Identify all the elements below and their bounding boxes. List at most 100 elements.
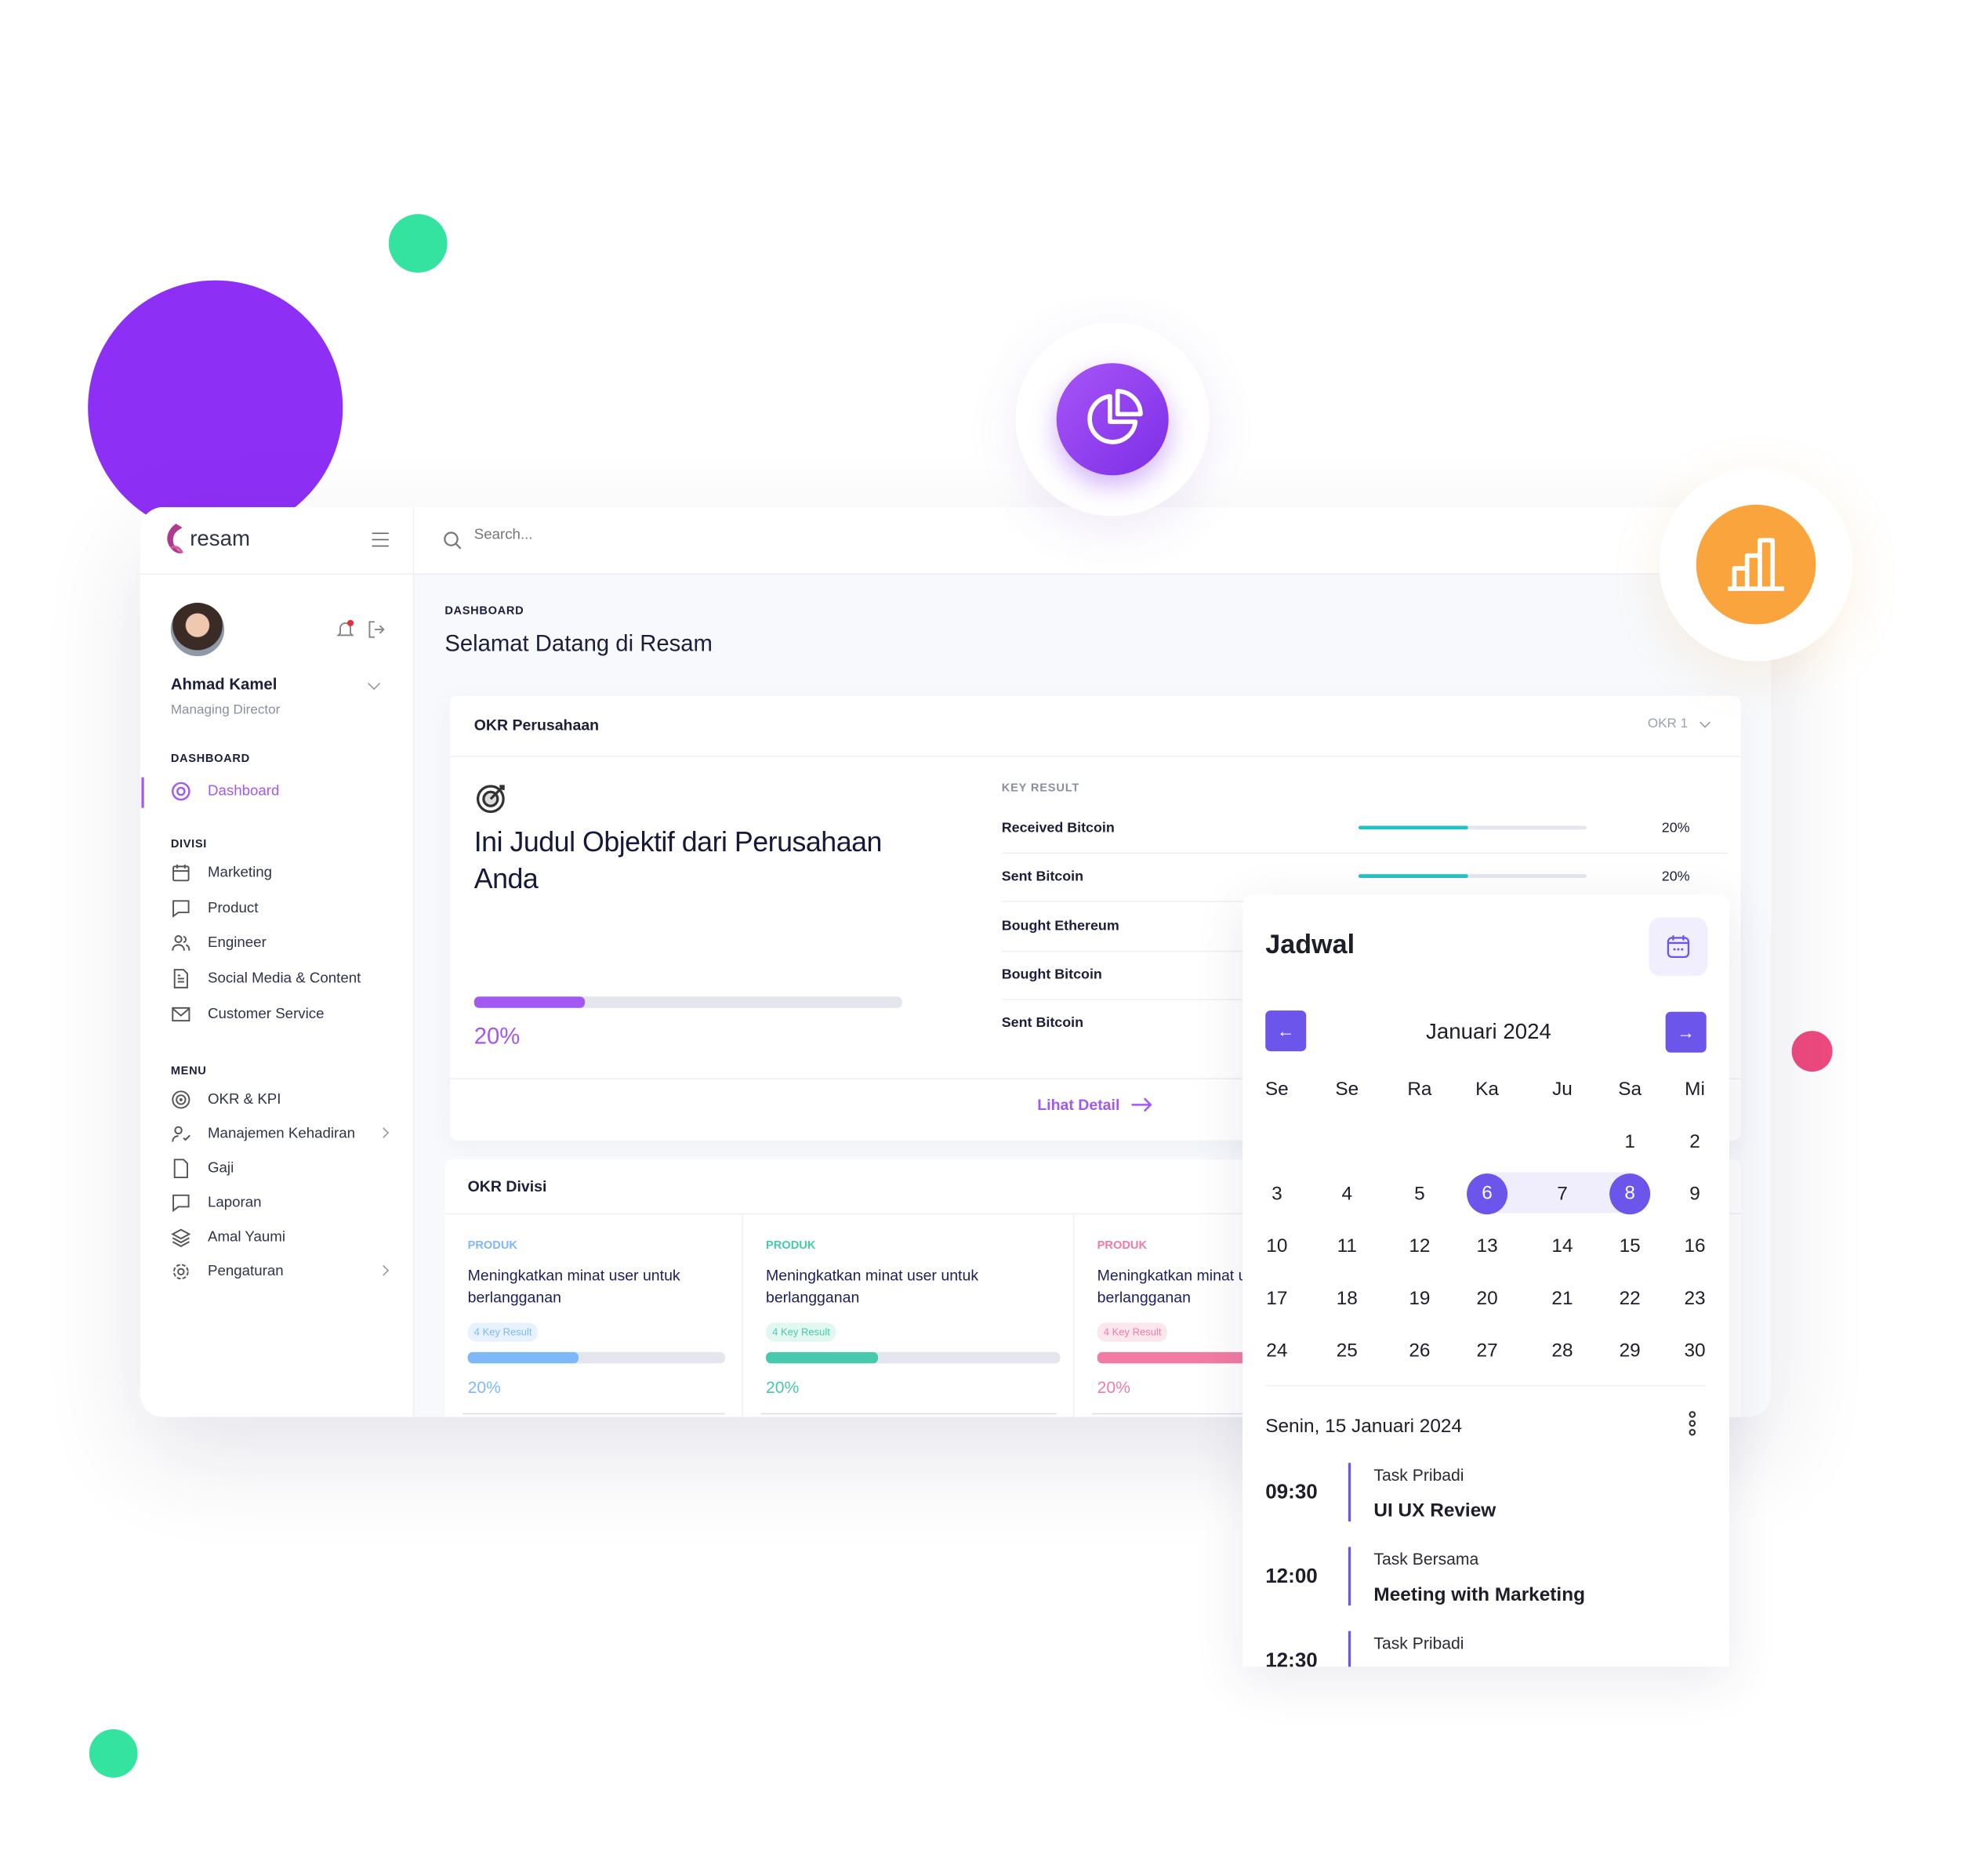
search-input[interactable] [471,526,859,545]
weekday-label: Ju [1552,1079,1573,1101]
key-result-label: Sent Bitcoin [1001,1015,1084,1032]
schedule-event[interactable]: 12:30 Task Pribadi [1265,1630,1706,1667]
division-okr-card[interactable]: PRODUK Meningkatkan minat user untuk berl… [444,1214,743,1417]
sidebar-item-label: Pengaturan [207,1264,284,1280]
key-result-badge: 4 Key Result [467,1322,539,1342]
more-options-button[interactable] [1687,1411,1697,1439]
sidebar-item-amal-yaumi[interactable]: Amal Yaumi [171,1226,387,1249]
calendar-day[interactable]: 24 [1257,1340,1296,1362]
section-divisi: DIVISI [170,837,208,851]
sidebar-item-social-media-content[interactable]: Social Media & Content [171,967,387,990]
file-icon [171,1159,191,1179]
sidebar-item-pengaturan[interactable]: Pengaturan [171,1260,390,1283]
division-tag: PRODUK [1097,1239,1148,1252]
calendar-day[interactable]: 7 [1544,1183,1582,1205]
sidebar-item-okr-kpi[interactable]: OKR & KPI [171,1088,387,1111]
lifebuoy-icon [172,782,190,801]
calendar-day[interactable]: 22 [1611,1288,1649,1310]
calendar-day[interactable]: 25 [1328,1340,1366,1362]
users-icon [171,934,191,954]
objective-progress-label: 20% [473,1023,521,1049]
event-category: Task Pribadi [1373,1634,1464,1653]
calendar-day[interactable]: 17 [1257,1288,1296,1310]
sidebar-item-gaji[interactable]: Gaji [171,1157,387,1180]
calendar-day[interactable]: 13 [1468,1235,1507,1257]
decor-purple-circle [88,280,343,535]
sidebar-item-customer-service[interactable]: Customer Service [171,1003,387,1025]
logout-icon[interactable] [367,621,385,639]
calendar-day[interactable]: 29 [1611,1340,1649,1362]
calendar-day[interactable]: 23 [1676,1288,1714,1310]
next-month-button[interactable]: → [1665,1011,1707,1053]
calendar-day[interactable]: 9 [1676,1183,1714,1205]
notification-bell-icon[interactable] [336,619,354,640]
calendar-day[interactable]: 30 [1676,1340,1714,1362]
division-okr-card[interactable]: PRODUK Meningkatkan minat user untuk berl… [743,1214,1075,1417]
division-okr-title: Meningkatkan minat user untuk berlanggan… [467,1266,680,1307]
calendar-button[interactable] [1649,917,1708,977]
calendar-day[interactable]: 10 [1257,1235,1296,1257]
calendar-day[interactable]: 3 [1257,1183,1296,1205]
sidebar-item-label: Gaji [207,1160,234,1177]
user-menu-chevron-icon[interactable] [368,677,381,691]
chevron-right-icon [378,1264,390,1276]
calendar-day[interactable]: 12 [1401,1235,1439,1257]
sidebar-item-product[interactable]: Product [171,897,387,919]
page-title: Selamat Datang di Resam [444,630,713,657]
divider [140,573,413,575]
calendar-day[interactable]: 1 [1611,1131,1649,1153]
target-icon [476,785,505,814]
calendar-day[interactable]: 14 [1544,1235,1582,1257]
schedule-event[interactable]: 09:30 Task Pribadi UI UX Review [1265,1463,1706,1540]
calendar-day[interactable]: 26 [1401,1340,1439,1362]
sidebar-item-dashboard[interactable]: Dashboard [171,781,279,801]
hamburger-icon [372,538,389,541]
event-category: Task Bersama [1373,1549,1479,1569]
bar-chart-icon [1728,538,1784,591]
calendar-day[interactable]: 16 [1676,1235,1714,1257]
okr-selector[interactable]: OKR 1 [1648,716,1710,731]
calendar-day[interactable]: 27 [1468,1340,1507,1362]
division-progress-bar [765,1351,1061,1364]
lihat-detail-link[interactable]: Lihat Detail [1037,1096,1152,1114]
calendar-day[interactable]: 4 [1328,1183,1366,1205]
calendar-day[interactable]: 28 [1544,1340,1582,1362]
weekday-label: Se [1264,1079,1289,1101]
bar-chart-bubble [1659,467,1853,662]
sidebar-item-engineer[interactable]: Engineer [171,932,387,955]
key-result-label: Sent Bitcoin [1001,869,1084,885]
divider [449,755,1741,757]
weekday-label: Ra [1407,1079,1432,1101]
sidebar-item-marketing[interactable]: Marketing [171,861,387,884]
user-role: Managing Director [170,702,281,718]
key-result-percent: 20% [1661,820,1690,836]
sidebar-item-manajemen-kehadiran[interactable]: Manajemen Kehadiran [171,1123,390,1145]
section-menu: MENU [170,1064,207,1077]
key-result-row[interactable]: Received Bitcoin 20% [1001,820,1729,854]
calendar-day[interactable]: 18 [1328,1288,1366,1310]
calendar-day[interactable]: 11 [1328,1235,1366,1257]
objective-title: Ini Judul Objektif dari Perusahaan Anda [473,825,883,895]
calendar-day-selected[interactable]: 6 [1467,1173,1508,1215]
calendar-day[interactable]: 2 [1676,1131,1714,1153]
calendar-day[interactable]: 19 [1401,1288,1439,1310]
calendar-day[interactable]: 20 [1468,1288,1507,1310]
calendar-day-selected[interactable]: 8 [1609,1173,1651,1215]
avatar[interactable] [170,602,225,657]
event-category: Task Pribadi [1373,1465,1464,1485]
logo-mark-icon [167,524,183,554]
weekday-label: Mi [1685,1079,1705,1101]
calendar-day[interactable]: 15 [1611,1235,1649,1257]
key-result-progress-bar [1358,874,1587,879]
sidebar-item-laporan[interactable]: Laporan [171,1191,387,1214]
schedule-event[interactable]: 12:00 Task Bersama Meeting with Marketing [1265,1547,1706,1623]
calendar-day[interactable]: 5 [1401,1183,1439,1205]
sidebar-item-label: Manajemen Kehadiran [207,1126,356,1142]
calendar-day[interactable]: 21 [1544,1288,1582,1310]
key-result-row[interactable]: Sent Bitcoin 20% [1001,869,1729,903]
sidebar-item-label: Engineer [207,935,267,952]
section-dashboard: DASHBOARD [170,752,250,765]
prev-month-button[interactable]: ← [1265,1010,1307,1052]
objective-progress-bar [473,996,902,1008]
menu-toggle-button[interactable] [372,532,389,547]
